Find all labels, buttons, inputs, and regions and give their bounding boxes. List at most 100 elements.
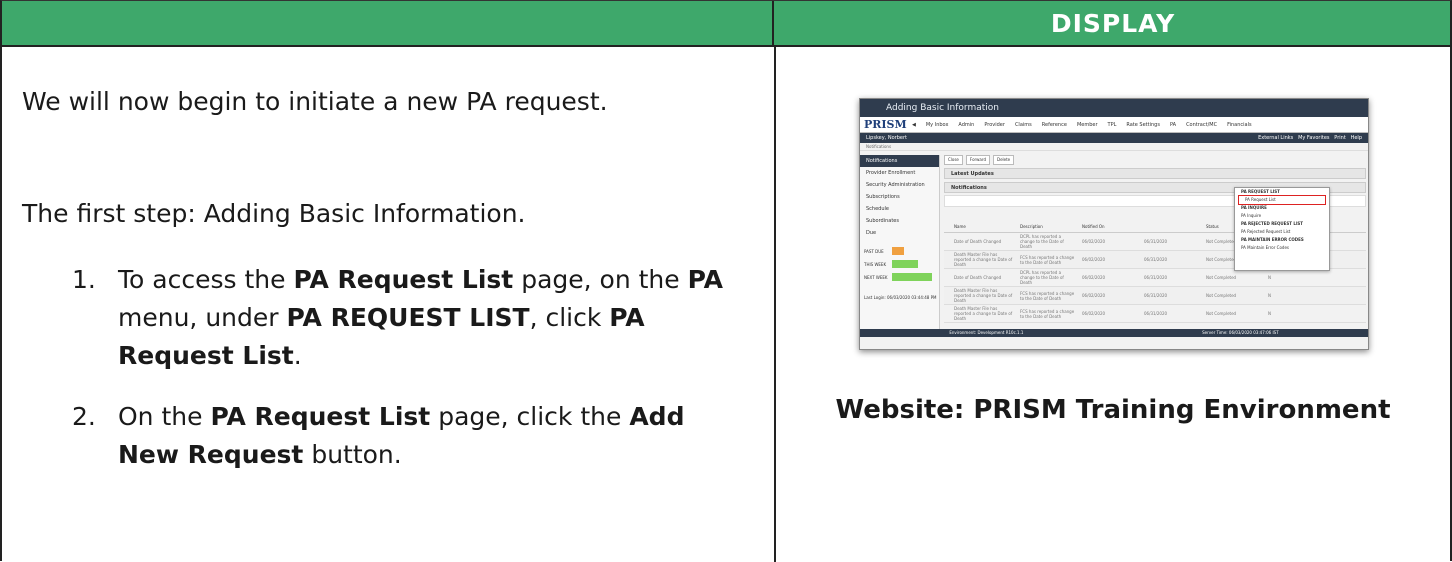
- dropdown-item: PA Maintain Error Codes: [1241, 245, 1289, 250]
- step-number: 1.: [72, 265, 96, 294]
- cell: Not Completed: [1206, 311, 1237, 316]
- nav-item: TPL: [1107, 121, 1117, 128]
- dropdown-item: PA Inquire: [1241, 213, 1262, 218]
- cell: N: [1268, 293, 1271, 298]
- step-text-part: .: [293, 341, 302, 370]
- step-item-1: 1. To access the PA Request List page, o…: [72, 261, 742, 375]
- grid-col: Notified On: [1082, 223, 1105, 229]
- cell: N: [1268, 275, 1271, 280]
- instructions-cell: We will now begin to initiate a new PA r…: [2, 47, 774, 562]
- nav-item: Contract/MC: [1186, 121, 1218, 128]
- sidebar-item: Notifications: [860, 155, 939, 167]
- nav-item: Financials: [1227, 121, 1252, 128]
- chart-label: PAST DUE: [864, 249, 884, 254]
- toolbar-button: Delete: [993, 155, 1015, 165]
- step-text-part: On the: [118, 402, 211, 431]
- cell: 06/02/2020: [1082, 293, 1106, 298]
- step-bold-term: PA REQUEST LIST: [286, 303, 530, 332]
- cell: Date of Death Changed: [954, 239, 1002, 244]
- grid-col: Name: [954, 223, 966, 229]
- cell: FCS has reported a change to the Date of…: [1020, 290, 1075, 301]
- step-bold-term: PA: [687, 265, 723, 294]
- cell: Death Master File has reported a change …: [954, 288, 1013, 303]
- bar-link: External Links: [1258, 135, 1294, 141]
- step-text-part: page, on the: [513, 265, 688, 294]
- cell: 06/31/2020: [1144, 275, 1168, 280]
- chart-bar: [892, 273, 932, 281]
- screenshot-thumbnail: Adding Basic Information PRISM ◀ My Inbo…: [859, 98, 1369, 350]
- step-text: On the PA Request List page, click the A…: [118, 398, 742, 474]
- sidebar-item: Subordinates: [866, 218, 899, 224]
- nav-item: Claims: [1014, 121, 1032, 128]
- status-time: Server Time: 06/03/2020 03:47:06 IST: [1202, 330, 1279, 335]
- display-header-label: DISPLAY: [1050, 8, 1176, 38]
- chart-bar: [892, 260, 918, 268]
- cell: Not Completed: [1206, 293, 1237, 298]
- table-row: Date of Death Changed DCPL has reported a…: [944, 269, 1366, 287]
- chart-bar: [892, 247, 904, 255]
- screenshot-breadcrumb: Notifications: [860, 143, 1368, 151]
- cell: 06/31/2020: [1144, 293, 1168, 298]
- nav-item: Member: [1076, 121, 1098, 128]
- cell: 06/02/2020: [1082, 239, 1106, 244]
- dropdown-header: PA REJECTED REQUEST LIST: [1241, 221, 1304, 226]
- cell: Death Master File has reported a change …: [954, 252, 1013, 267]
- screenshot-user-bar: Lipskey, Norbert External Links My Favor…: [860, 133, 1368, 143]
- cell: DCPL has reported a change to the Date o…: [1020, 270, 1064, 285]
- bar-link: Print: [1334, 135, 1346, 141]
- display-cell: Adding Basic Information PRISM ◀ My Inbo…: [776, 47, 1450, 562]
- nav-item-pa: PA: [1169, 121, 1177, 128]
- status-environment: Environment: Development R10c.1.1: [949, 330, 1024, 335]
- screenshot-body: Notifications Provider Enrollment Securi…: [860, 151, 1368, 337]
- bar-link: My Favorites: [1298, 135, 1330, 141]
- intro-text: We will now begin to initiate a new PA r…: [22, 87, 608, 116]
- nav-item: Provider: [984, 121, 1005, 128]
- screenshot-status-bar: Environment: Development R10c.1.1 Server…: [860, 329, 1368, 337]
- first-step-heading: The first step: Adding Basic Information…: [22, 199, 526, 228]
- screenshot-title-bar: Adding Basic Information: [860, 99, 1368, 117]
- cell: Not Completed: [1206, 275, 1237, 280]
- table-row: Death Master File has reported a change …: [944, 305, 1366, 323]
- step-text-part: To access the: [118, 265, 294, 294]
- nav-item: Reference: [1041, 121, 1067, 128]
- step-text-part: button.: [303, 440, 402, 469]
- cell: Date of Death Changed: [954, 275, 1002, 280]
- sidebar-item: Provider Enrollment: [866, 170, 916, 176]
- cell: FCS has reported a change to the Date of…: [1020, 254, 1075, 265]
- cell: 06/31/2020: [1144, 257, 1168, 262]
- cell: 06/02/2020: [1082, 257, 1106, 262]
- dropdown-header: PA REQUEST LIST: [1241, 189, 1280, 194]
- cell: Death Master File has reported a change …: [954, 306, 1013, 321]
- sidebar-item: Security Administration: [866, 182, 925, 188]
- screenshot-nav-bar: PRISM ◀ My Inbox Admin Provider Claims R…: [860, 117, 1368, 133]
- screenshot-sidebar: Notifications Provider Enrollment Securi…: [860, 155, 940, 335]
- chart-label: THIS WEEK: [864, 262, 887, 267]
- step-text-part: page, click the: [430, 402, 630, 431]
- cell: DCPL has reported a change to the Date o…: [1020, 234, 1064, 249]
- header-cell-display: DISPLAY: [776, 1, 1450, 45]
- cell: 06/02/2020: [1082, 311, 1106, 316]
- dropdown-header: PA INQUIRE: [1241, 205, 1267, 210]
- step-text: To access the PA Request List page, on t…: [118, 261, 742, 375]
- dropdown-item: PA Rejected Request List: [1241, 229, 1291, 234]
- website-caption: Website: PRISM Training Environment: [835, 395, 1391, 425]
- toolbar-button: Forward: [965, 155, 990, 165]
- due-chart: PAST DUE THIS WEEK NEXT WEEK: [864, 247, 936, 289]
- step-item-2: 2. On the PA Request List page, click th…: [72, 398, 742, 474]
- screenshot-toolbar: Close Forward Delete: [944, 155, 1366, 165]
- dropdown-header: PA MAINTAIN ERROR CODES: [1241, 237, 1304, 242]
- instruction-table: DISPLAY We will now begin to initiate a …: [0, 0, 1452, 562]
- step-number: 2.: [72, 402, 96, 431]
- header-cell-instructions: [2, 1, 774, 45]
- pa-menu-dropdown: PA REQUEST LIST PA Request List PA INQUI…: [1234, 187, 1330, 271]
- nav-item: Admin: [958, 121, 975, 128]
- toolbar-button: Close: [944, 155, 963, 165]
- sidebar-item: Subscriptions: [866, 194, 900, 200]
- nav-item: Rate Settings: [1126, 121, 1160, 128]
- last-login: Last Login: 06/03/2020 03:44:48 PM: [864, 295, 937, 300]
- panel-header: Latest Updates: [944, 168, 1366, 179]
- cell: FCS has reported a change to the Date of…: [1020, 308, 1075, 319]
- prism-logo: PRISM: [864, 118, 907, 131]
- steps-list: 1. To access the PA Request List page, o…: [72, 261, 742, 497]
- sidebar-item: Schedule: [866, 206, 889, 212]
